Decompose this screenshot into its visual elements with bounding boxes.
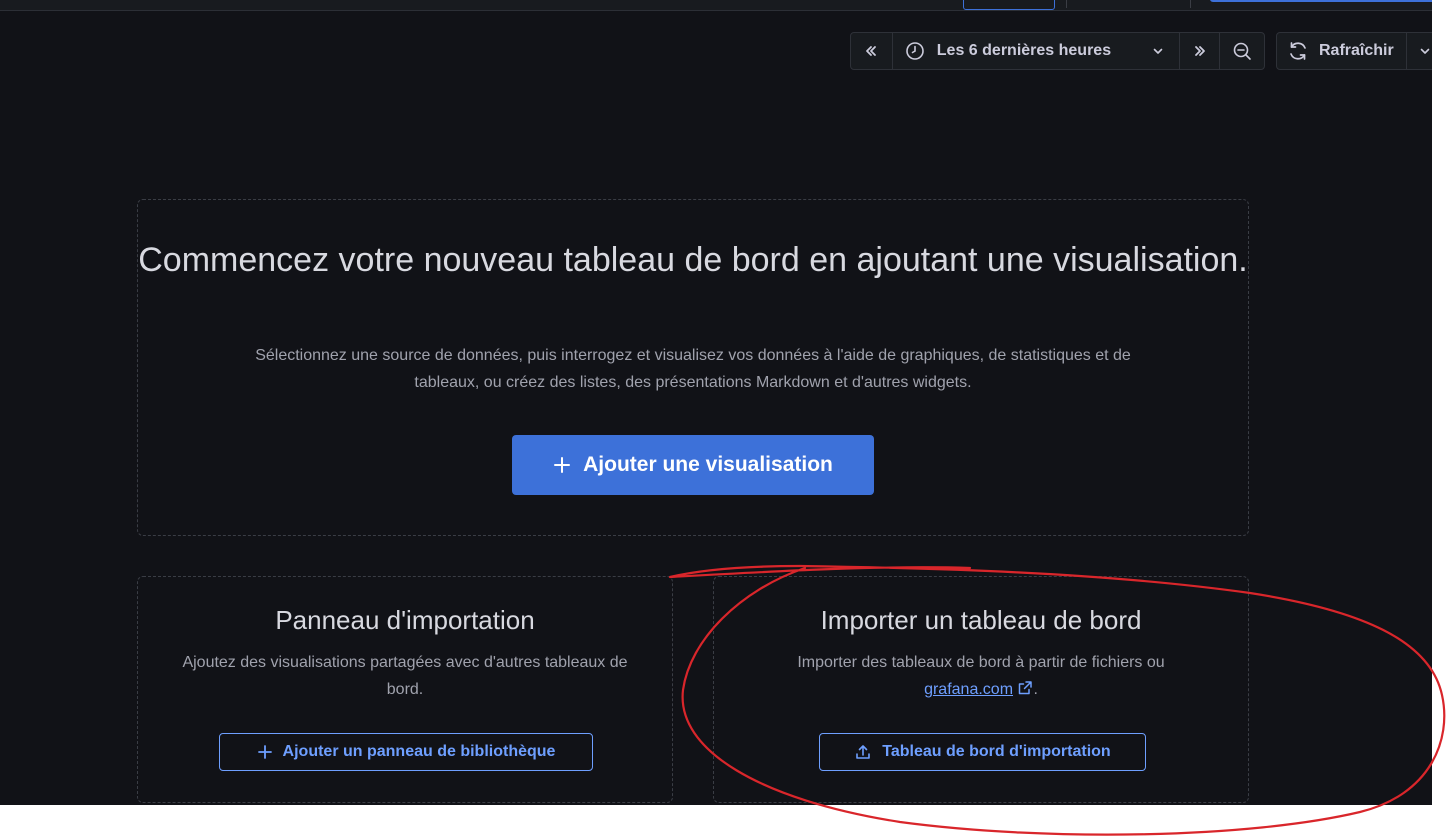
time-shift-forward-button[interactable] xyxy=(1180,33,1221,69)
empty-dashboard-description: Sélectionnez une source de données, puis… xyxy=(255,347,1131,391)
import-dashboard-description: Importer des tableaux de bord à partir d… xyxy=(744,649,1218,703)
empty-dashboard-card: Commencez votre nouveau tableau de bord … xyxy=(137,199,1249,536)
add-library-panel-button[interactable]: Ajouter un panneau de bibliothèque xyxy=(219,733,593,771)
clock-icon xyxy=(905,42,924,60)
top-nav-primary-button-fragment[interactable] xyxy=(1210,0,1432,2)
top-nav-divider xyxy=(1066,0,1067,8)
import-dashboard-button[interactable]: Tableau de bord d'importation xyxy=(819,733,1146,771)
plus-icon xyxy=(554,457,571,473)
import-dashboard-label: Tableau de bord d'importation xyxy=(882,743,1111,760)
plus-icon xyxy=(257,745,272,759)
dashboard-app: Les 6 dernières heures Rafraîchir Commen… xyxy=(0,0,1432,805)
chevron-down-icon xyxy=(1154,48,1163,54)
upload-icon xyxy=(856,745,871,759)
import-dashboard-title: Importer un tableau de bord xyxy=(820,605,1142,635)
time-range-picker-button[interactable]: Les 6 dernières heures xyxy=(893,33,1181,69)
refresh-label: Rafraîchir xyxy=(1319,42,1394,59)
zoom-out-button[interactable] xyxy=(1220,33,1264,69)
time-range-label: Les 6 dernières heures xyxy=(936,42,1112,59)
import-dashboard-card: Importer un tableau de bord Importer des… xyxy=(713,576,1249,803)
refresh-button[interactable]: Rafraîchir xyxy=(1277,33,1407,69)
import-panel-description: Ajoutez des visualisations partagées ave… xyxy=(182,654,628,698)
add-visualization-label: Ajouter une visualisation xyxy=(583,453,833,476)
import-dashboard-description-text: Importer des tableaux de bord à partir d… xyxy=(797,654,1165,671)
top-nav-divider xyxy=(1190,0,1191,8)
time-range-picker-group: Les 6 dernières heures xyxy=(850,32,1265,70)
chevrons-right-icon xyxy=(1194,46,1205,56)
refresh-interval-dropdown[interactable] xyxy=(1407,33,1432,69)
link-suffix: . xyxy=(1033,681,1038,698)
empty-dashboard-title: Commencez votre nouveau tableau de bord … xyxy=(138,241,1248,279)
add-library-panel-label: Ajouter un panneau de bibliothèque xyxy=(282,743,556,760)
import-panel-title: Panneau d'importation xyxy=(275,605,535,635)
chevrons-left-icon xyxy=(866,46,877,56)
add-visualization-button[interactable]: Ajouter une visualisation xyxy=(512,435,874,495)
time-shift-back-button[interactable] xyxy=(851,33,893,69)
top-nav-button-fragment[interactable] xyxy=(963,0,1055,10)
import-panel-card: Panneau d'importation Ajoutez des visual… xyxy=(137,576,673,803)
refresh-picker-group: Rafraîchir xyxy=(1276,32,1432,70)
external-link-icon[interactable] xyxy=(1017,680,1033,696)
refresh-icon xyxy=(1290,42,1306,60)
zoom-out-icon xyxy=(1233,42,1251,60)
grafana-com-link[interactable]: grafana.com xyxy=(924,681,1013,698)
top-nav-bar xyxy=(0,0,1432,11)
chevron-down-icon xyxy=(1420,48,1430,54)
